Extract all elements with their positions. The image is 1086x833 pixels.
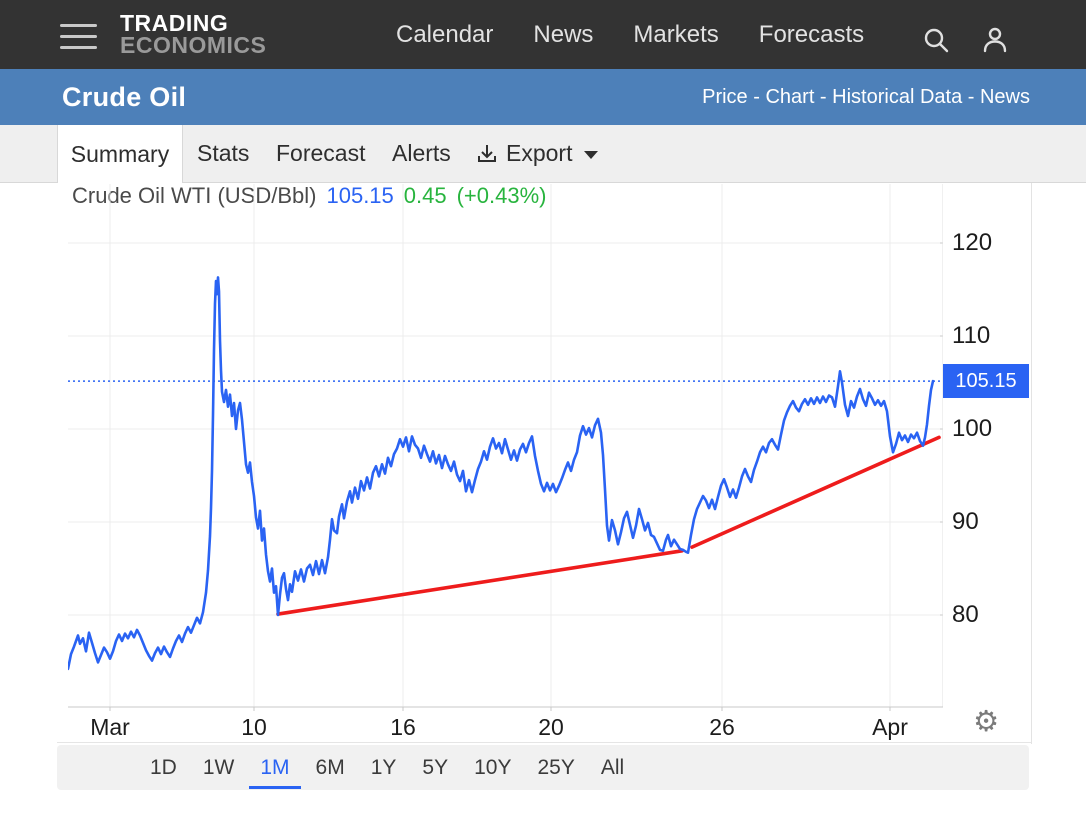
x-axis-label: Mar <box>65 712 155 742</box>
trading-economics-logo[interactable]: TRADING ECONOMICS <box>120 11 266 57</box>
range-selector: 1D 1W 1M 6M 1Y 5Y 10Y 25Y All <box>57 745 1029 790</box>
x-axis-label: 16 <box>358 712 448 742</box>
tab-forecast[interactable]: Forecast <box>276 125 365 182</box>
card-bottom-divider <box>57 742 1031 743</box>
page-title: Crude Oil <box>62 69 186 125</box>
y-axis-label: 110 <box>952 321 1042 351</box>
current-price-badge: 105.15 <box>943 364 1029 398</box>
header-link-separator: - <box>748 86 766 109</box>
hamburger-menu-icon[interactable] <box>60 24 97 50</box>
settings-gear-icon[interactable] <box>969 704 1003 738</box>
header-link-news[interactable]: News <box>980 86 1030 109</box>
export-menu-button[interactable]: Export <box>476 125 598 182</box>
header-link-price[interactable]: Price <box>702 86 748 109</box>
x-axis-label: Apr <box>845 712 935 742</box>
chart-panel: Crude Oil WTI (USD/Bbl) 105.15 0.45 (+0.… <box>0 183 1086 744</box>
tab-alerts[interactable]: Alerts <box>392 125 451 182</box>
user-icon[interactable] <box>980 25 1010 55</box>
x-axis-label: 26 <box>677 712 767 742</box>
caret-down-icon <box>584 151 598 159</box>
export-label: Export <box>506 140 572 167</box>
header-link-separator: - <box>814 86 832 109</box>
nav-link-calendar[interactable]: Calendar <box>396 21 493 49</box>
nav-link-markets[interactable]: Markets <box>633 21 718 49</box>
x-axis-label: 20 <box>506 712 596 742</box>
header-link-chart[interactable]: Chart <box>765 86 814 109</box>
header-link-historical-data[interactable]: Historical Data <box>832 86 962 109</box>
nav-links: Calendar News Markets Forecasts <box>396 0 864 69</box>
range-button-1w[interactable]: 1W <box>203 745 235 790</box>
instrument-header-bar: Crude Oil Price - Chart - Historical Dat… <box>0 69 1086 125</box>
x-axis-label: 10 <box>209 712 299 742</box>
y-axis-label: 120 <box>952 228 1042 258</box>
y-axis-label: 100 <box>952 414 1042 444</box>
nav-link-forecasts[interactable]: Forecasts <box>759 21 864 49</box>
range-button-6m[interactable]: 6M <box>316 745 345 790</box>
price-chart[interactable] <box>68 184 943 711</box>
logo-line-2: ECONOMICS <box>120 33 266 57</box>
range-button-5y[interactable]: 5Y <box>422 745 448 790</box>
y-axis-label: 90 <box>952 507 1042 537</box>
axis-panel-divider <box>1031 183 1032 744</box>
search-icon[interactable] <box>921 25 951 55</box>
range-button-10y[interactable]: 10Y <box>474 745 511 790</box>
tab-bar: Summary Stats Forecast Alerts Export <box>0 125 1086 183</box>
range-button-all[interactable]: All <box>601 745 624 790</box>
download-icon <box>476 143 498 165</box>
nav-link-news[interactable]: News <box>533 21 593 49</box>
top-navigation-bar: TRADING ECONOMICS Calendar News Markets For… <box>0 0 1086 69</box>
range-button-1m[interactable]: 1M <box>260 745 289 790</box>
range-button-1y[interactable]: 1Y <box>371 745 397 790</box>
tab-stats[interactable]: Stats <box>197 125 249 182</box>
range-button-1d[interactable]: 1D <box>150 745 177 790</box>
y-axis-label: 80 <box>952 600 1042 630</box>
header-link-separator: - <box>962 86 980 109</box>
tab-summary[interactable]: Summary <box>57 125 183 183</box>
header-links: Price - Chart - Historical Data - News <box>702 69 1030 125</box>
range-button-25y[interactable]: 25Y <box>537 745 574 790</box>
